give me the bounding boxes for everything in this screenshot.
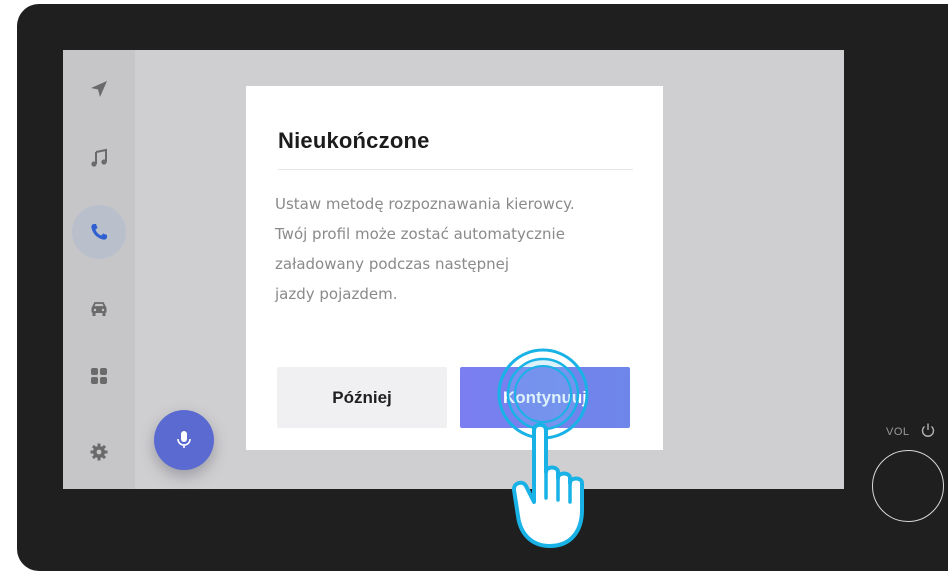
sidebar-item-settings[interactable] [72,425,126,479]
sidebar-item-music[interactable] [72,131,126,185]
sidebar-item-apps[interactable] [72,349,126,403]
voice-assistant-button[interactable] [154,410,214,470]
sidebar-item-vehicle[interactable] [72,282,126,336]
dialog-message-line: jazdy pojazdem. [275,285,398,303]
dialog-message: Ustaw metodę rozpoznawania kierowcy. Twó… [275,189,645,309]
infotainment-screen: Nieukończone Ustaw metodę rozpoznawania … [63,50,844,489]
car-icon [91,302,107,316]
apps-grid-icon [91,368,107,384]
microphone-icon [177,431,191,448]
continue-button[interactable]: Kontynuuj [460,367,630,428]
dialog-message-line: Twój profil może zostać automatycznie [275,225,565,243]
incomplete-setup-dialog: Nieukończone Ustaw metodę rozpoznawania … [246,86,663,450]
settings-gear-icon [90,443,108,461]
sidebar-item-phone[interactable] [72,205,126,259]
dialog-message-line: załadowany podczas następnej [275,255,509,273]
dialog-title: Nieukończone [278,128,430,153]
sidebar [63,50,135,489]
later-button[interactable]: Później [277,367,447,428]
music-icon [91,148,107,167]
dialog-divider [278,169,633,170]
phone-icon [91,224,107,240]
sidebar-item-navigation[interactable] [72,62,126,116]
power-icon [921,423,935,437]
volume-knob[interactable] [872,450,944,522]
navigation-icon [91,81,107,97]
dialog-message-line: Ustaw metodę rozpoznawania kierowcy. [275,195,575,213]
volume-label: VOL [886,426,910,438]
